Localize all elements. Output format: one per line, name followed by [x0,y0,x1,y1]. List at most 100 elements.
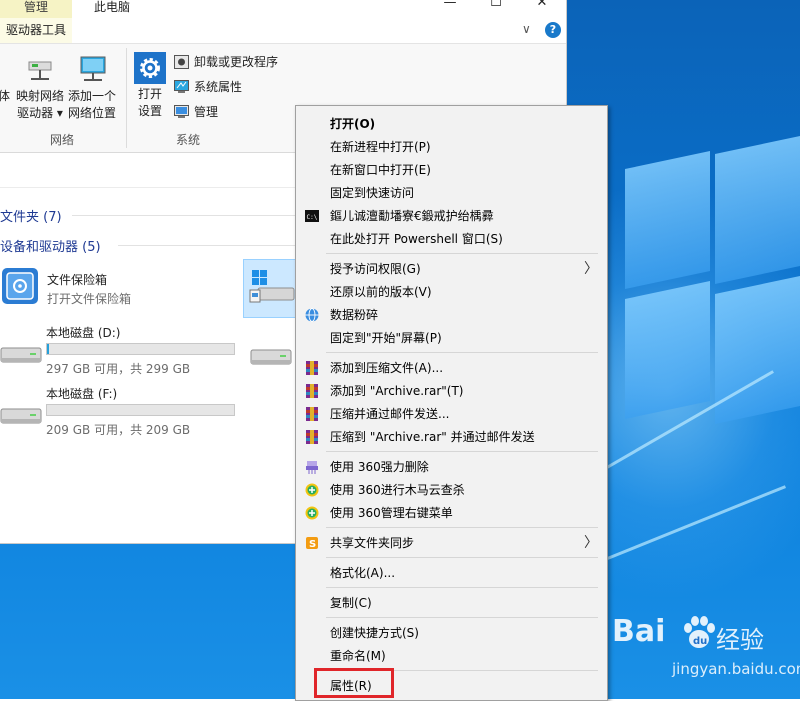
command-prompt-icon: C:\ [305,210,319,222]
section-divider [118,245,296,246]
vault-item[interactable]: 文件保险箱 打开文件保险箱 [0,262,240,314]
add-network-location-label-1: 添加一个 [67,89,116,103]
winrar-icon [306,384,318,398]
wallpaper-logo-pane [715,135,800,285]
menu-separator [326,617,598,618]
menu-item-label: 使用 360管理右键菜单 [330,506,453,520]
submenu-arrow-icon: 〉 [584,261,598,277]
uninstall-program-button[interactable]: 卸载或更改程序 [174,52,278,72]
add-network-location-label-2: 网络位置 [67,106,116,120]
watermark-brand-right: 经验 [716,626,764,654]
menu-separator [326,557,598,558]
close-button[interactable]: ✕ [522,0,562,14]
help-icon[interactable]: ? [545,22,561,38]
menu-item-label: 在新进程中打开(P) [330,140,431,154]
menu-item-360-delete[interactable]: 使用 360强力删除 [296,456,607,478]
monitor-network-icon [80,56,106,81]
menu-item-label: 还原以前的版本(V) [330,285,432,299]
menu-item-label: 在新窗口中打开(E) [330,163,431,177]
hard-drive-icon[interactable] [250,346,292,368]
tab-manage[interactable]: 管理 [0,0,72,18]
menu-item-restore-versions[interactable]: 还原以前的版本(V) [296,281,607,303]
menu-item-360-scan[interactable]: 使用 360进行木马云查杀 [296,479,607,501]
tab-drive-tools[interactable]: 驱动器工具 [0,18,72,43]
menu-item-create-shortcut[interactable]: 创建快捷方式(S) [296,622,607,644]
menu-item-grant-access[interactable]: 授予访问权限(G) 〉 [296,258,607,280]
menu-item-open-new-window[interactable]: 在新窗口中打开(E) [296,159,607,181]
menu-item-label: 压缩到 "Archive.rar" 并通过邮件发送 [330,430,535,444]
menu-item-add-archive-rar[interactable]: 添加到 "Archive.rar"(T) [296,380,607,402]
hard-drive-icon [0,347,42,363]
menu-item-share-sync[interactable]: S 共享文件夹同步 〉 [296,532,607,554]
maximize-button[interactable]: ☐ [476,0,516,14]
context-menu: 打开(O) 在新进程中打开(P) 在新窗口中打开(E) 固定到快速访问 C:\ … [295,105,608,701]
uninstall-icon [174,55,189,69]
menu-item-command-window[interactable]: C:\ 鏂儿诚澶勫墦寮€鍛戒护绐楀彛 [296,205,607,227]
baidu-jingyan-watermark: Bai du 经验 jingyan.baidu.com [612,608,800,699]
settings-gear-icon [134,52,166,84]
menu-item-open[interactable]: 打开(O) [296,113,607,135]
open-settings-label-2: 设置 [137,104,162,118]
menu-item-compress-rar-email[interactable]: 压缩到 "Archive.rar" 并通过邮件发送 [296,426,607,448]
map-network-drive-label-1: 映射网络 [15,89,64,103]
computer-manage-button[interactable]: 管理 [174,102,218,122]
drive-f-title: 本地磁盘 (F:) [46,387,118,401]
annotation-highlight-box [314,668,394,698]
menu-item-pin-quick-access[interactable]: 固定到快速访问 [296,182,607,204]
wallpaper-logo-pane [625,280,710,420]
menu-item-format[interactable]: 格式化(A)... [296,562,607,584]
devices-section-header[interactable]: 设备和驱动器 (5) [0,236,101,255]
sync-s-icon: S [306,537,318,550]
menu-item-shred[interactable]: 数据粉碎 [296,304,607,326]
drive-d-title: 本地磁盘 (D:) [46,326,121,340]
map-network-drive-button[interactable]: 映射网络 驱动器 ▾ [14,52,66,122]
menu-separator [326,587,598,588]
menu-item-copy[interactable]: 复制(C) [296,592,607,614]
menu-item-label: 复制(C) [330,596,372,610]
ribbon-collapse-chevron-icon[interactable]: ∨ [522,22,531,36]
open-settings-button[interactable]: 打开 设置 [132,52,168,120]
system-properties-button[interactable]: 系统属性 [174,77,242,97]
watermark-brand-left: Bai [612,614,666,649]
menu-item-label: 重命名(M) [330,649,386,663]
shredder-360-icon [306,461,318,474]
menu-item-label: 使用 360进行木马云查杀 [330,483,465,497]
drive-d-usage-fill [47,344,49,354]
svg-text:S: S [309,539,316,550]
menu-item-open-new-process[interactable]: 在新进程中打开(P) [296,136,607,158]
vault-title: 文件保险箱 [47,273,108,287]
paw-logo-icon: du [684,616,715,648]
menu-item-label: 格式化(A)... [330,566,396,580]
drive-f-item[interactable]: 本地磁盘 (F:) 209 GB 可用，共 209 GB [0,383,240,441]
svg-text:C:\: C:\ [307,214,318,221]
shield-360-icon [305,483,319,497]
folders-section-header[interactable]: 文件夹 (7) [0,206,62,225]
ribbon-group-system-label: 系统 [175,133,200,147]
uninstall-program-label: 卸载或更改程序 [194,55,279,69]
system-properties-icon [174,80,189,93]
menu-item-open-powershell[interactable]: 在此处打开 Powershell 窗口(S) [296,228,607,250]
menu-item-pin-start[interactable]: 固定到"开始"屏幕(P) [296,327,607,349]
drive-d-item[interactable]: 本地磁盘 (D:) 297 GB 可用，共 299 GB [0,322,240,380]
svg-text:du: du [693,636,707,647]
globe-shred-icon [305,308,319,322]
ribbon-partial-button[interactable]: 体 [0,88,10,105]
menu-item-label: 共享文件夹同步 [330,536,415,550]
menu-item-rename[interactable]: 重命名(M) [296,645,607,667]
menu-separator [326,451,598,452]
menu-item-label: 固定到快速访问 [330,186,415,200]
menu-separator [326,253,598,254]
drive-f-usage-bar [46,404,235,416]
add-network-location-button[interactable]: 添加一个 网络位置 [66,52,118,122]
menu-item-360-menu[interactable]: 使用 360管理右键菜单 [296,502,607,524]
menu-item-add-archive[interactable]: 添加到压缩文件(A)... [296,357,607,379]
minimize-button[interactable]: — [430,0,470,14]
drive-d-usage-bar [46,343,235,355]
winrar-icon [306,407,318,421]
drive-f-space: 209 GB 可用，共 209 GB [46,423,191,437]
hard-drive-icon [0,408,42,424]
watermark-url: jingyan.baidu.com [672,660,800,678]
shield-360-icon [305,506,319,520]
drive-d-space: 297 GB 可用，共 299 GB [46,362,191,376]
menu-item-compress-email[interactable]: 压缩并通过邮件发送... [296,403,607,425]
